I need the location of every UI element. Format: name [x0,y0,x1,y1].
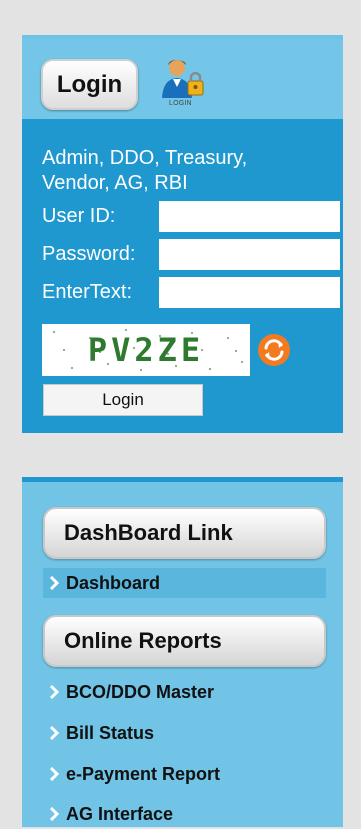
captcha-input[interactable] [159,277,340,308]
user-id-row: User ID: [42,201,342,232]
captcha-text: PV2ZE [87,331,205,369]
login-panel: Login LOGIN Admin, DDO, Treasury, Vendor… [22,35,343,433]
dashboard-link-section-button[interactable]: DashBoard Link [43,507,326,559]
nav-item-label: Dashboard [66,572,161,593]
enter-text-label: EnterText: [42,281,133,303]
chevron-right-icon [49,767,59,781]
allowed-roles-text: Admin, DDO, Treasury, Vendor, AG, RBI [42,147,248,194]
nav-item-dashboard[interactable]: Dashboard [43,568,326,598]
captcha-image: PV2ZE [42,324,250,376]
nav-item-e-payment-report[interactable]: e-Payment Report [43,759,326,789]
login-submit-button[interactable]: Login [43,384,203,416]
captcha-row: PV2ZE [42,324,302,376]
nav-item-label: Bill Status [66,722,155,743]
user-lock-icon [162,60,204,98]
chevron-right-icon [49,807,59,821]
login-header: Login LOGIN [22,39,343,119]
enter-text-row: EnterText: [42,277,342,308]
password-label: Password: [42,243,136,265]
refresh-icon[interactable] [257,333,291,367]
online-reports-section-button[interactable]: Online Reports [43,615,326,667]
nav-item-ag-interface[interactable]: AG Interface [43,799,326,829]
user-id-label: User ID: [42,205,116,227]
nav-item-label: BCO/DDO Master [66,681,215,702]
login-header-button[interactable]: Login [41,59,138,110]
nav-item-label: e-Payment Report [66,763,221,784]
user-login-icon-group: LOGIN [161,57,221,115]
nav-item-bco-ddo-master[interactable]: BCO/DDO Master [43,677,326,707]
nav-item-label: AG Interface [66,803,174,824]
chevron-right-icon [49,726,59,740]
password-input[interactable] [159,239,340,270]
chevron-right-icon [49,576,59,590]
chevron-right-icon [49,685,59,699]
links-panel: DashBoard Link Dashboard Online Reports … [22,477,343,827]
nav-item-bill-status[interactable]: Bill Status [43,718,326,748]
user-id-input[interactable] [159,201,340,232]
password-row: Password: [42,239,342,270]
user-icon-caption: LOGIN [169,100,192,107]
